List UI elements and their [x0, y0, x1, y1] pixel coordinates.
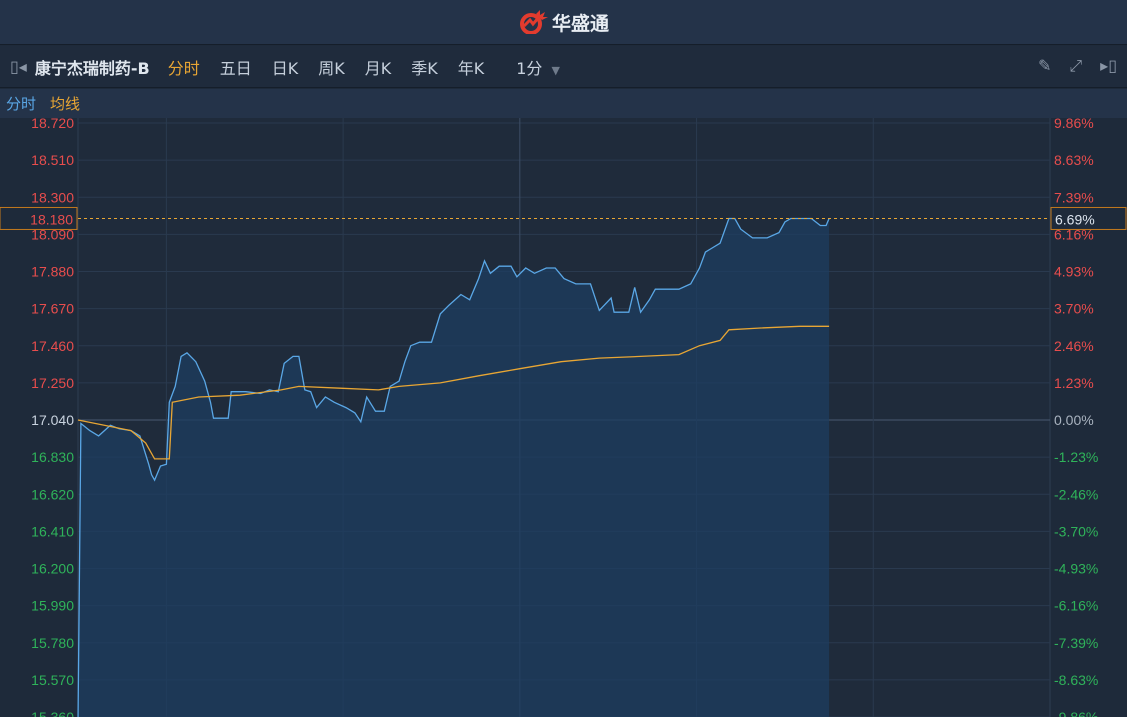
right-tick-label: 8.63% [1054, 152, 1094, 168]
left-tick-label: 18.300 [31, 189, 74, 205]
tab-weekly-k[interactable]: 周K [318, 55, 345, 79]
toolbar: ▯◂ 康宁杰瑞制药-B 分时 五日 日K 周K 月K 季K 年K 1分 ▼ ✎ … [0, 46, 1127, 88]
left-tick-label: 17.670 [31, 301, 74, 317]
left-tick-label: 18.720 [31, 118, 74, 131]
legend-price: 分时 [6, 93, 36, 114]
brand-logo: 华盛通 [518, 9, 609, 36]
right-tick-label: 3.70% [1054, 301, 1094, 317]
left-tick-label: 15.990 [31, 598, 74, 614]
collapse-left-icon[interactable]: ▯◂ [10, 57, 27, 76]
collapse-right-icon[interactable]: ▸▯ [1100, 56, 1117, 76]
left-tick-label: 17.040 [31, 412, 74, 428]
intraday-chart[interactable]: 18.7209.86%18.5108.63%18.3007.39%18.0906… [0, 118, 1127, 717]
interval-dropdown[interactable]: 1分 ▼ [516, 55, 560, 79]
left-tick-label: 17.460 [31, 338, 74, 354]
fullscreen-icon[interactable]: ⤢ [1069, 56, 1082, 76]
tab-intraday[interactable]: 分时 [168, 55, 200, 79]
stock-name: 康宁杰瑞制药-B [35, 55, 150, 79]
right-tick-label: 1.23% [1054, 375, 1094, 391]
right-tick-label: 0.00% [1054, 412, 1094, 428]
left-tick-label: 16.410 [31, 523, 74, 539]
left-tick-label: 15.780 [31, 635, 74, 651]
left-tick-label: 18.510 [31, 152, 74, 168]
legend-avg: 均线 [50, 93, 80, 114]
right-tick-label: -4.93% [1054, 561, 1098, 577]
right-tick-label: -7.39% [1054, 635, 1098, 651]
pencil-icon[interactable]: ✎ [1038, 56, 1051, 76]
brand-name: 华盛通 [552, 9, 609, 36]
left-tick-label: 16.200 [31, 561, 74, 577]
right-tick-label: -1.23% [1054, 449, 1098, 465]
current-change-label: 6.69% [1055, 211, 1095, 227]
left-tick-label: 16.620 [31, 486, 74, 502]
chevron-down-icon: ▼ [552, 64, 560, 77]
tab-yearly-k[interactable]: 年K [458, 55, 485, 79]
tab-5day[interactable]: 五日 [220, 55, 252, 79]
left-tick-label: 17.250 [31, 375, 74, 391]
left-tick-label: 17.880 [31, 264, 74, 280]
left-tick-label: 15.360 [31, 709, 74, 717]
right-tick-label: -9.86% [1054, 709, 1098, 717]
left-tick-label: 16.830 [31, 449, 74, 465]
right-tick-label: 9.86% [1054, 118, 1094, 131]
brand-flame-icon [518, 10, 548, 34]
tab-daily-k[interactable]: 日K [272, 55, 299, 79]
interval-value: 1分 [516, 59, 542, 78]
current-price-label: 18.180 [30, 211, 73, 227]
right-tick-label: -8.63% [1054, 672, 1098, 688]
right-tick-label: -6.16% [1054, 598, 1098, 614]
title-bar: 华盛通 [0, 0, 1127, 45]
left-tick-label: 15.570 [31, 672, 74, 688]
right-tick-label: 4.93% [1054, 264, 1094, 280]
right-tick-label: 7.39% [1054, 189, 1094, 205]
right-tick-label: -2.46% [1054, 486, 1098, 502]
right-tick-label: 2.46% [1054, 338, 1094, 354]
legend-bar: 分时 均线 [0, 89, 1127, 118]
tab-quarterly-k[interactable]: 季K [411, 55, 438, 79]
tab-monthly-k[interactable]: 月K [365, 55, 392, 79]
right-tick-label: -3.70% [1054, 523, 1098, 539]
